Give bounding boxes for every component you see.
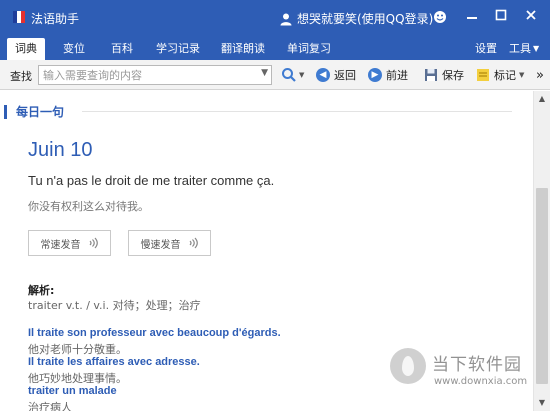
back-arrow-icon: ◀ bbox=[316, 68, 330, 82]
scroll-up-icon[interactable]: ▲ bbox=[534, 91, 550, 107]
user-account[interactable]: 想哭就要笑(使用QQ登录) bbox=[279, 10, 433, 27]
title-bar: 法语助手 想哭就要笑(使用QQ登录) bbox=[0, 0, 550, 34]
forward-button[interactable]: ▶ 前进 bbox=[368, 66, 408, 84]
watermark-brand: 当下软件园 bbox=[432, 355, 522, 375]
skin-icon[interactable] bbox=[431, 8, 449, 26]
close-icon[interactable] bbox=[522, 8, 540, 26]
tab-conjugation[interactable]: 变位 bbox=[56, 38, 92, 60]
maximize-icon[interactable] bbox=[492, 8, 510, 26]
example-french: traiter un malade bbox=[28, 385, 117, 397]
chevron-down-icon: ▼ bbox=[533, 44, 540, 53]
scroll-down-icon[interactable]: ▼ bbox=[534, 395, 550, 411]
minimize-icon[interactable] bbox=[463, 8, 481, 26]
app-title: 法语助手 bbox=[31, 12, 80, 26]
slow-speed-label: 慢速发音 bbox=[140, 239, 181, 251]
speaker-wave-icon bbox=[89, 237, 98, 249]
tab-translate-read[interactable]: 翻译朗读 bbox=[216, 38, 270, 60]
example-french: Il traite les affaires avec adresse. bbox=[28, 356, 200, 368]
app-logo-icon bbox=[13, 11, 25, 23]
forward-arrow-icon: ▶ bbox=[368, 68, 382, 82]
vertical-scrollbar[interactable]: ▲ ▼ bbox=[533, 91, 550, 411]
user-name: 想哭就要笑(使用QQ登录) bbox=[297, 12, 434, 26]
toolbar: 查找 ▼ ▼ ◀ 返回 ▶ 前进 保存 标记 ▼ » bbox=[0, 60, 550, 90]
example-chinese: 治疗病人 bbox=[28, 401, 72, 411]
normal-speed-audio-button[interactable]: 常速发音 bbox=[28, 230, 111, 256]
bookmark-label: 标记 bbox=[494, 69, 516, 82]
save-label: 保存 bbox=[442, 69, 464, 82]
example-french: Il traite son professeur avec beaucoup d… bbox=[28, 327, 281, 339]
slow-speed-audio-button[interactable]: 慢速发音 bbox=[128, 230, 211, 256]
note-icon bbox=[477, 69, 489, 81]
section-divider bbox=[82, 111, 512, 112]
search-button[interactable]: ▼ bbox=[281, 66, 304, 84]
sentence-date: Juin 10 bbox=[28, 139, 93, 161]
bookmark-button[interactable]: 标记 ▼ bbox=[476, 66, 524, 84]
dropdown-arrow-icon[interactable]: ▼ bbox=[261, 68, 268, 78]
watermark-logo-icon bbox=[390, 348, 426, 384]
tools-menu[interactable]: 工具 ▼ bbox=[509, 38, 539, 60]
save-button[interactable]: 保存 bbox=[424, 66, 464, 84]
search-input[interactable] bbox=[39, 66, 249, 84]
example-chinese: 他对老师十分敬重。 bbox=[28, 343, 127, 356]
section-title: 每日一句 bbox=[4, 105, 64, 119]
tools-label: 工具 bbox=[509, 42, 531, 55]
normal-speed-label: 常速发音 bbox=[40, 239, 81, 251]
tab-bar: 词典 变位 百科 学习记录 翻译朗读 单词复习 设置 工具 ▼ bbox=[0, 34, 550, 60]
chevron-down-icon: ▼ bbox=[299, 71, 305, 79]
floppy-disk-icon bbox=[425, 69, 437, 81]
french-sentence: Tu n'a pas le droit de me traiter comme … bbox=[28, 173, 275, 188]
settings-button[interactable]: 设置 bbox=[475, 38, 497, 60]
tab-dictionary[interactable]: 词典 bbox=[7, 38, 45, 60]
speaker-wave-icon bbox=[189, 237, 198, 249]
search-box: ▼ bbox=[38, 65, 272, 85]
analysis-text: traiter v.t. / v.i. 对待；处理；治疗 bbox=[28, 299, 201, 312]
forward-label: 前进 bbox=[386, 69, 408, 82]
scroll-thumb[interactable] bbox=[536, 188, 548, 384]
chinese-translation: 你没有权利这么对待我。 bbox=[28, 200, 149, 213]
tab-study-record[interactable]: 学习记录 bbox=[151, 38, 205, 60]
search-label: 查找 bbox=[10, 70, 32, 83]
analysis-label: 解析: bbox=[28, 284, 55, 297]
watermark-url: www.downxia.com bbox=[434, 376, 528, 387]
back-button[interactable]: ◀ 返回 bbox=[316, 66, 356, 84]
tab-encyclopedia[interactable]: 百科 bbox=[104, 38, 140, 60]
back-label: 返回 bbox=[334, 69, 356, 82]
more-options-icon[interactable]: » bbox=[536, 66, 544, 84]
search-icon bbox=[282, 68, 296, 82]
example-chinese: 他巧妙地处理事情。 bbox=[28, 372, 127, 385]
chevron-down-icon: ▼ bbox=[519, 71, 525, 79]
user-icon bbox=[280, 13, 292, 25]
tab-word-review[interactable]: 单词复习 bbox=[282, 38, 336, 60]
